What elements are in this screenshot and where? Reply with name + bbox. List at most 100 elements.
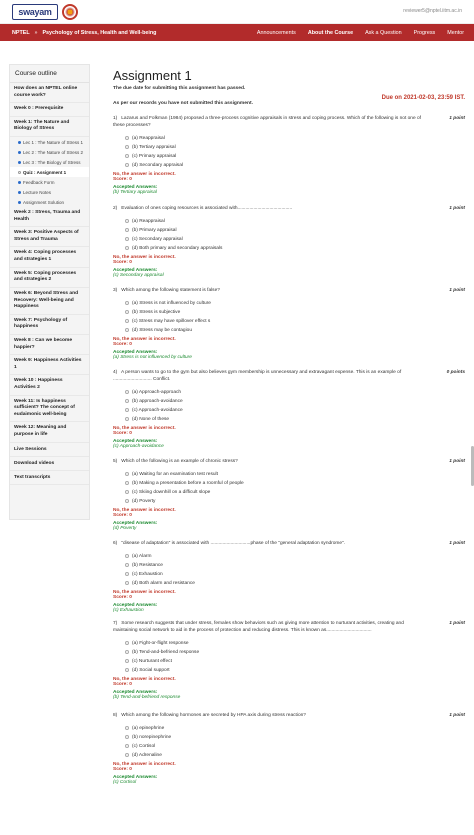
option-item[interactable]: (d) Social support xyxy=(125,666,465,675)
sidebar-lesson-item[interactable]: Lecture Notes xyxy=(10,187,89,197)
sidebar-week-item[interactable]: Week 0 : Prerequisite xyxy=(10,103,89,117)
option-item[interactable]: (b) Resistance xyxy=(125,561,465,570)
sidebar-week-item[interactable]: Week 7: Psychology of happiness xyxy=(10,315,89,335)
sidebar-week-item[interactable]: Week 9: Happiness Activities 1 xyxy=(10,355,89,376)
sidebar-week-item[interactable]: Week 4: Coping processes and strategies … xyxy=(10,247,89,268)
radio-button[interactable] xyxy=(125,390,129,395)
option-item[interactable]: (d) Both alarm and resistance xyxy=(125,579,465,588)
radio-button[interactable] xyxy=(125,735,129,740)
radio-button[interactable] xyxy=(125,499,129,504)
score-text: Score: 0 xyxy=(113,430,132,436)
sidebar-lesson-item[interactable]: Lec 2 : The Nature of Stress 2 xyxy=(10,147,89,157)
radio-button[interactable] xyxy=(125,472,129,477)
radio-button[interactable] xyxy=(125,408,129,413)
sidebar-week-item[interactable]: Week 11: Is happiness sufficient? The co… xyxy=(10,396,89,423)
sidebar-week-item[interactable]: How does an NPTEL online course work? xyxy=(10,83,89,104)
option-item[interactable]: (b) Tertiary appraisal xyxy=(125,143,465,152)
radio-button[interactable] xyxy=(125,246,129,251)
option-item[interactable]: (b) norepinephrine xyxy=(125,733,465,742)
option-label: (d) Both primary and secondary appraisal… xyxy=(132,245,223,251)
sidebar-item-label: How does an NPTEL online course work? xyxy=(14,86,78,98)
sidebar-link-item[interactable]: Text transcripts xyxy=(10,471,89,485)
radio-button[interactable] xyxy=(125,136,129,141)
option-item[interactable]: (d) None of these xyxy=(125,415,465,424)
nav-ask-question[interactable]: Ask a Question xyxy=(365,30,402,36)
radio-button[interactable] xyxy=(125,554,129,559)
sidebar-week-item[interactable]: Week 2 : Stress, Trauma and Health xyxy=(10,207,89,228)
option-item[interactable]: (b) approach-avoidance xyxy=(125,397,465,406)
option-item[interactable]: (d) Poverty xyxy=(125,497,465,506)
nav-progress[interactable]: Progress xyxy=(414,30,436,36)
option-item[interactable]: (a) epinephrine xyxy=(125,724,465,733)
breadcrumb-home[interactable]: NPTEL xyxy=(12,30,30,36)
option-item[interactable]: (a) Waiting for an examination test resu… xyxy=(125,470,465,479)
option-item[interactable]: (b) Stress is subjective xyxy=(125,308,465,317)
radio-button[interactable] xyxy=(125,668,129,673)
radio-button[interactable] xyxy=(125,490,129,495)
radio-button[interactable] xyxy=(125,726,129,731)
option-item[interactable]: (c) Exhaustion xyxy=(125,570,465,579)
option-item[interactable]: (b) Primary appraisal xyxy=(125,226,465,235)
radio-button[interactable] xyxy=(125,399,129,404)
radio-button[interactable] xyxy=(125,328,129,333)
option-item[interactable]: (a) Stress is not influenced by culture xyxy=(125,299,465,308)
user-email[interactable]: reviewer5@nptel.iitm.ac.in xyxy=(403,8,462,14)
option-item[interactable]: (d) Stress may be contagiou xyxy=(125,326,465,335)
option-item[interactable]: (a) Fight-or-flight response xyxy=(125,639,465,648)
option-item[interactable]: (b) Tend-and-befriend response xyxy=(125,648,465,657)
sidebar-lesson-item[interactable]: Lec 3 : The Biology of Stress xyxy=(10,157,89,167)
sidebar-lesson-item[interactable]: Assignment Solution xyxy=(10,197,89,207)
nav-mentor[interactable]: Mentor xyxy=(447,30,464,36)
sidebar-link-item[interactable]: Download videos xyxy=(10,457,89,471)
radio-button[interactable] xyxy=(125,753,129,758)
swayam-logo[interactable]: swayam xyxy=(12,4,58,20)
radio-button[interactable] xyxy=(125,563,129,568)
radio-button[interactable] xyxy=(125,237,129,242)
option-item[interactable]: (c) Secondary appraisal xyxy=(125,235,465,244)
option-item[interactable]: (a) Approach-approach xyxy=(125,388,465,397)
sidebar-link-item[interactable]: Live Sessions xyxy=(10,443,89,457)
option-item[interactable]: (a) Reappraisal xyxy=(125,217,465,226)
sidebar-week-item[interactable]: Week 3: Positive Aspects of Stress and T… xyxy=(10,227,89,248)
sidebar-week-item[interactable]: Week 1: The Nature and Biology of Stress xyxy=(10,117,89,138)
option-item[interactable]: (c) Cortisol xyxy=(125,742,465,751)
sidebar-week-item[interactable]: Week 10 : Happiness Activities 2 xyxy=(10,375,89,396)
radio-button[interactable] xyxy=(125,481,129,486)
sidebar-week-item[interactable]: Week 6: Beyond Stress and Recovery: Well… xyxy=(10,288,89,315)
sidebar-lesson-item[interactable]: Lec 1 : The Nature of Stress 1 xyxy=(10,137,89,147)
option-item[interactable]: (d) Adrenaline xyxy=(125,751,465,760)
option-item[interactable]: (c) Primary appraisal xyxy=(125,152,465,161)
radio-button[interactable] xyxy=(125,228,129,233)
breadcrumb-course[interactable]: Psychology of Stress, Health and Well-be… xyxy=(42,30,156,36)
option-item[interactable]: (b) Making a presentation before a roomf… xyxy=(125,479,465,488)
radio-button[interactable] xyxy=(125,417,129,422)
radio-button[interactable] xyxy=(125,145,129,150)
option-item[interactable]: (a) Alarm xyxy=(125,552,465,561)
sidebar-week-item[interactable]: Week 8 : Can we become happier? xyxy=(10,335,89,356)
sidebar-week-item[interactable]: Week 12: Meaning and purpose in life xyxy=(10,422,89,443)
option-item[interactable]: (d) Both primary and secondary appraisal… xyxy=(125,244,465,253)
option-item[interactable]: (d) Secondary appraisal xyxy=(125,161,465,170)
sidebar-week-item[interactable]: Week 5: Coping processes and strategies … xyxy=(10,268,89,288)
radio-button[interactable] xyxy=(125,572,129,577)
option-item[interactable]: (c) Approach-avoidance xyxy=(125,406,465,415)
option-item[interactable]: (c) Nurturant effect xyxy=(125,657,465,666)
option-item[interactable]: (c) Skiing downhill on a difficult slope xyxy=(125,488,465,497)
radio-button[interactable] xyxy=(125,641,129,646)
radio-button[interactable] xyxy=(125,163,129,168)
radio-button[interactable] xyxy=(125,659,129,664)
option-item[interactable]: (a) Reappraisal xyxy=(125,134,465,143)
radio-button[interactable] xyxy=(125,301,129,306)
sidebar-lesson-item[interactable]: Feedback Form xyxy=(10,177,89,187)
radio-button[interactable] xyxy=(125,744,129,749)
option-item[interactable]: (c) Stress may have spillover effect s xyxy=(125,317,465,326)
radio-button[interactable] xyxy=(125,581,129,586)
radio-button[interactable] xyxy=(125,219,129,224)
radio-button[interactable] xyxy=(125,154,129,159)
radio-button[interactable] xyxy=(125,650,129,655)
nav-about-course[interactable]: About the Course xyxy=(308,30,353,36)
radio-button[interactable] xyxy=(125,310,129,315)
nav-announcements[interactable]: Announcements xyxy=(257,30,296,36)
sidebar-item-current-quiz[interactable]: Quiz : Assignment 1 xyxy=(10,167,89,178)
radio-button[interactable] xyxy=(125,319,129,324)
